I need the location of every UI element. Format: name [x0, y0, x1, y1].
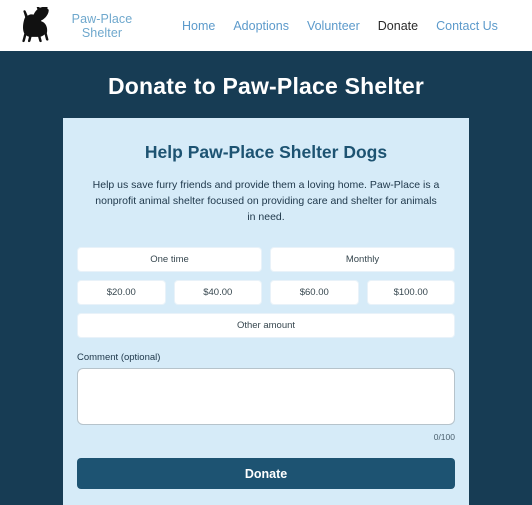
nav-link-adoptions[interactable]: Adoptions	[233, 19, 289, 33]
amount-option-row: $20.00 $40.00 $60.00 $100.00	[77, 280, 455, 305]
nav-link-home[interactable]: Home	[182, 19, 215, 33]
brand-name: Paw-Place Shelter	[66, 12, 138, 40]
amount-option-100[interactable]: $100.00	[366, 280, 455, 305]
card-description: Help us save furry friends and provide t…	[92, 179, 440, 223]
other-amount-button[interactable]: Other amount	[77, 313, 455, 338]
amount-option-40[interactable]: $40.00	[173, 280, 262, 305]
nav-link-donate[interactable]: Donate	[378, 19, 418, 33]
site-header: Paw-Place Shelter Home Adoptions Volunte…	[0, 0, 532, 51]
hero-section: Donate to Paw-Place Shelter	[0, 51, 532, 118]
amount-option-20[interactable]: $20.00	[77, 280, 166, 305]
frequency-option-monthly[interactable]: Monthly	[270, 247, 455, 272]
main-navigation: Home Adoptions Volunteer Donate Contact …	[182, 19, 498, 33]
donate-submit-button[interactable]: Donate	[77, 458, 455, 489]
comment-input[interactable]	[77, 368, 455, 425]
amount-option-60[interactable]: $60.00	[270, 280, 359, 305]
comment-label: Comment (optional)	[77, 352, 161, 363]
brand-logo[interactable]: Paw-Place Shelter	[14, 6, 138, 45]
comment-block: Comment (optional) 0/100	[77, 352, 455, 442]
character-counter: 0/100	[433, 432, 455, 442]
nav-link-volunteer[interactable]: Volunteer	[307, 19, 360, 33]
cat-silhouette-icon	[14, 6, 58, 45]
frequency-option-row: One time Monthly	[77, 247, 455, 272]
donation-card: Help Paw-Place Shelter Dogs Help us save…	[63, 118, 469, 505]
other-amount-row: Other amount	[77, 313, 455, 338]
frequency-option-one-time[interactable]: One time	[77, 247, 262, 272]
brand-name-line1: Paw-Place	[71, 11, 133, 26]
card-title: Help Paw-Place Shelter Dogs	[144, 142, 388, 162]
brand-name-line2: Shelter	[81, 25, 123, 40]
page-title: Donate to Paw-Place Shelter	[108, 73, 424, 99]
card-wrapper: Help Paw-Place Shelter Dogs Help us save…	[0, 118, 532, 505]
nav-link-contact-us[interactable]: Contact Us	[436, 19, 498, 33]
